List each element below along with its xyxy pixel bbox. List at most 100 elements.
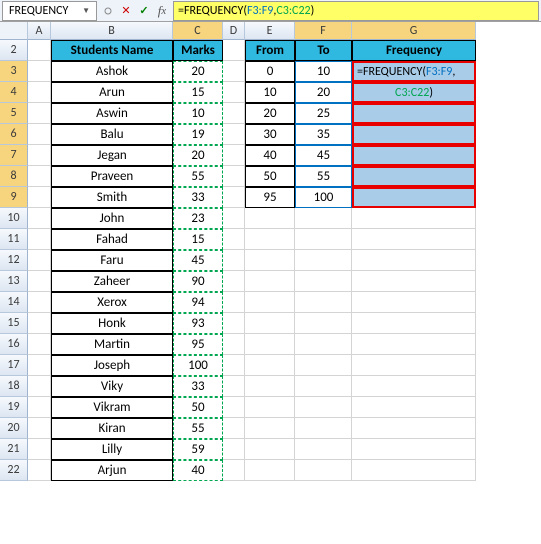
cell-student-name[interactable]: Zaheer [51,271,173,292]
cell-E11[interactable] [245,229,295,250]
cell-F21[interactable] [295,439,352,460]
cell-marks[interactable]: 23 [173,208,223,229]
row-header-16[interactable]: 16 [0,334,28,355]
cell-E17[interactable] [245,355,295,376]
cell-F20[interactable] [295,418,352,439]
cell-frequency[interactable] [352,124,476,145]
cell-D22[interactable] [223,460,245,481]
cell-A2[interactable] [28,40,51,61]
cell-E21[interactable] [245,439,295,460]
row-header-19[interactable]: 19 [0,397,28,418]
cell-E18[interactable] [245,376,295,397]
cell-marks[interactable]: 55 [173,166,223,187]
row-header-6[interactable]: 6 [0,124,28,145]
cell-marks[interactable]: 33 [173,376,223,397]
cell-A6[interactable] [28,124,51,145]
cell-to[interactable]: 45 [295,145,352,166]
cell-E14[interactable] [245,292,295,313]
formula-input[interactable]: =FREQUENCY(F3:F9,C3:C22) [173,1,539,21]
row-header-3[interactable]: 3 [0,61,28,82]
cell-from[interactable]: 20 [245,103,295,124]
cell-G13[interactable] [352,271,476,292]
name-box[interactable]: FREQUENCY ▼ [2,1,97,21]
cell-F12[interactable] [295,250,352,271]
cancel-icon[interactable]: ✕ [117,2,135,20]
cell-from[interactable]: 0 [245,61,295,82]
cell-frequency[interactable] [352,166,476,187]
row-header-21[interactable]: 21 [0,439,28,460]
cell-A18[interactable] [28,376,51,397]
cell-D15[interactable] [223,313,245,334]
cell-from[interactable]: 95 [245,187,295,208]
row-header-20[interactable]: 20 [0,418,28,439]
cell-G22[interactable] [352,460,476,481]
cell-A13[interactable] [28,271,51,292]
cell-marks[interactable]: 10 [173,103,223,124]
cell-frequency[interactable] [352,145,476,166]
cell-A21[interactable] [28,439,51,460]
col-header-D[interactable]: D [223,22,245,40]
cell-from[interactable]: 10 [245,82,295,103]
cell-G18[interactable] [352,376,476,397]
cell-D12[interactable] [223,250,245,271]
cell-G15[interactable] [352,313,476,334]
cell-A7[interactable] [28,145,51,166]
cell-D14[interactable] [223,292,245,313]
cell-F16[interactable] [295,334,352,355]
dropdown-icon[interactable]: ▼ [82,6,90,16]
cell-F14[interactable] [295,292,352,313]
row-header-9[interactable]: 9 [0,187,28,208]
cell-student-name[interactable]: Xerox [51,292,173,313]
row-header-13[interactable]: 13 [0,271,28,292]
cell-marks[interactable]: 50 [173,397,223,418]
row-header-22[interactable]: 22 [0,460,28,481]
cell-marks[interactable]: 55 [173,418,223,439]
cell-F22[interactable] [295,460,352,481]
cell-G11[interactable] [352,229,476,250]
cell-frequency-formula[interactable]: =FREQUENCY(F3:F9, [352,61,476,82]
cell-student-name[interactable]: Viky [51,376,173,397]
col-header-E[interactable]: E [245,22,295,40]
cell-E22[interactable] [245,460,295,481]
cell-marks[interactable]: 45 [173,250,223,271]
cell-F10[interactable] [295,208,352,229]
row-header-7[interactable]: 7 [0,145,28,166]
cell-marks[interactable]: 33 [173,187,223,208]
row-header-15[interactable]: 15 [0,313,28,334]
cell-student-name[interactable]: Arun [51,82,173,103]
cell-student-name[interactable]: Fahad [51,229,173,250]
cell-marks[interactable]: 90 [173,271,223,292]
cell-A4[interactable] [28,82,51,103]
cell-frequency[interactable] [352,103,476,124]
cell-D13[interactable] [223,271,245,292]
fx-icon[interactable]: fx [153,2,171,20]
cell-D2[interactable] [223,40,245,61]
spreadsheet-grid[interactable]: ABCDEFG2Students NameMarksFromToFrequenc… [0,22,541,481]
cell-D16[interactable] [223,334,245,355]
cell-student-name[interactable]: Balu [51,124,173,145]
cell-A8[interactable] [28,166,51,187]
cell-from[interactable]: 50 [245,166,295,187]
cell-F17[interactable] [295,355,352,376]
cell-A10[interactable] [28,208,51,229]
expand-icon[interactable] [99,2,117,20]
col-header-B[interactable]: B [51,22,173,40]
cell-A14[interactable] [28,292,51,313]
cell-D20[interactable] [223,418,245,439]
cell-student-name[interactable]: Jegan [51,145,173,166]
col-header-G[interactable]: G [352,22,476,40]
cell-G16[interactable] [352,334,476,355]
cell-D3[interactable] [223,61,245,82]
cell-A12[interactable] [28,250,51,271]
cell-G14[interactable] [352,292,476,313]
row-header-8[interactable]: 8 [0,166,28,187]
col-header-C[interactable]: C [173,22,223,40]
row-header-4[interactable]: 4 [0,82,28,103]
row-header-14[interactable]: 14 [0,292,28,313]
cell-G17[interactable] [352,355,476,376]
cell-to[interactable]: 100 [295,187,352,208]
cell-student-name[interactable]: Honk [51,313,173,334]
cell-student-name[interactable]: Lilly [51,439,173,460]
col-header-A[interactable]: A [28,22,51,40]
cell-student-name[interactable]: Martin [51,334,173,355]
